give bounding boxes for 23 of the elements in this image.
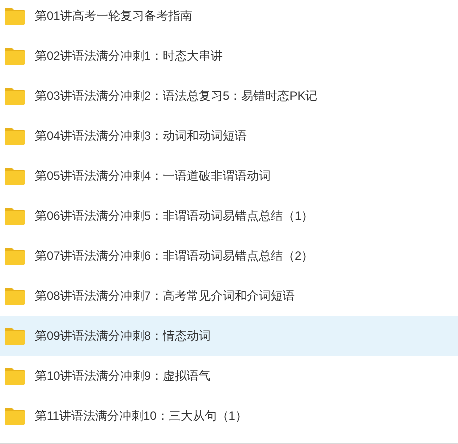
folder-icon [5,168,25,184]
folder-icon [5,248,25,264]
folder-name: 第06讲语法满分冲刺5：非谓语动词易错点总结（1） [35,208,314,225]
folder-name: 第11讲语法满分冲刺10：三大从句（1） [35,408,248,425]
folder-name: 第03讲语法满分冲刺2：语法总复习5：易错时态PK记 [35,88,318,105]
folder-row[interactable]: 第09讲语法满分冲刺8：情态动词 [0,316,458,356]
folder-icon [5,368,25,384]
folder-name: 第01讲高考一轮复习备考指南 [35,8,192,25]
folder-name: 第10讲语法满分冲刺9：虚拟语气 [35,368,212,385]
folder-name: 第09讲语法满分冲刺8：情态动词 [35,328,212,345]
folder-name: 第02讲语法满分冲刺1：时态大串讲 [35,48,224,65]
folder-icon [5,128,25,144]
folder-icon [5,328,25,344]
folder-name: 第08讲语法满分冲刺7：高考常见介词和介词短语 [35,288,296,305]
folder-name: 第04讲语法满分冲刺3：动词和动词短语 [35,128,248,145]
folder-name: 第07讲语法满分冲刺6：非谓语动词易错点总结（2） [35,248,314,265]
folder-icon [5,408,25,424]
folder-icon [5,208,25,224]
folder-icon [5,88,25,104]
folder-icon [5,8,25,24]
folder-icon [5,48,25,64]
folder-name: 第05讲语法满分冲刺4：一语道破非谓语动词 [35,168,272,185]
folder-icon [5,288,25,304]
